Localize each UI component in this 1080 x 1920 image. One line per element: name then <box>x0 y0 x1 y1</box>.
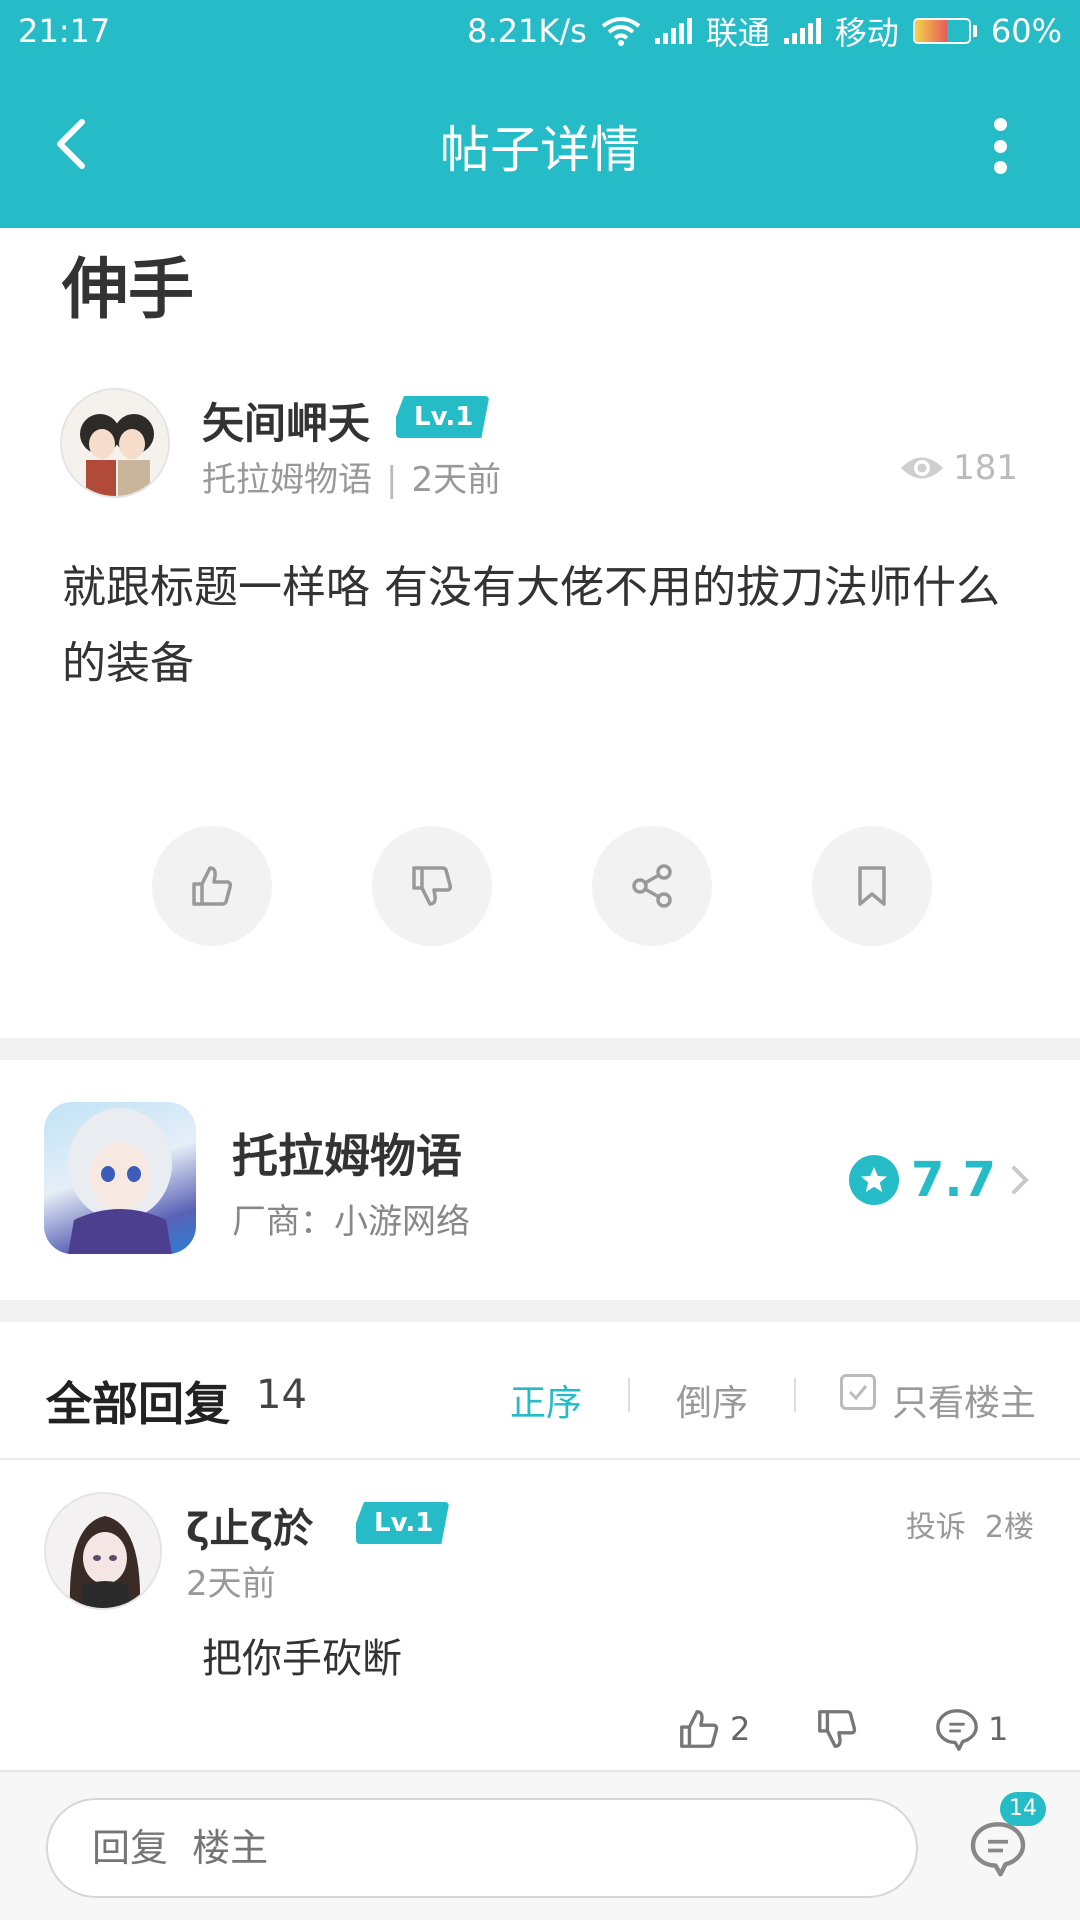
game-score: 7.7 <box>848 1152 1034 1208</box>
avatar-image <box>62 390 168 496</box>
game-icon <box>44 1102 196 1254</box>
reply-avatar[interactable] <box>44 1492 162 1610</box>
status-bar: 21:17 8.21K/s 联通 移动 60% <box>0 0 1080 62</box>
network-speed: 8.21K/s <box>467 12 587 50</box>
star-icon <box>848 1155 899 1205</box>
reply-time: 2天前 <box>186 1564 276 1604</box>
game-name: 托拉姆物语 <box>232 1129 462 1183</box>
page-title: 帖子详情 <box>440 121 640 179</box>
floor-number: 2楼 <box>984 1510 1034 1545</box>
only-op-label[interactable]: 只看楼主 <box>892 1374 1036 1426</box>
report-link[interactable]: 投诉 <box>906 1510 966 1545</box>
wifi-icon <box>601 17 641 46</box>
comments-icon[interactable] <box>968 1818 1028 1878</box>
thumbs-up-icon <box>192 866 232 906</box>
author-avatar[interactable] <box>60 388 170 498</box>
chevron-right-icon <box>1012 1166 1029 1194</box>
signal-icon <box>783 18 821 44</box>
reply-comment-button[interactable]: 1 <box>934 1706 1008 1752</box>
more-menu-icon[interactable] <box>990 118 1010 174</box>
like-button[interactable] <box>152 826 272 946</box>
status-time: 21:17 <box>18 12 111 50</box>
post-actions <box>0 826 1080 946</box>
replies-count: 14 <box>256 1372 307 1418</box>
thumbs-down-icon <box>818 1710 857 1748</box>
author-name[interactable]: 矢间岬夭 <box>202 390 370 451</box>
avatar-image <box>46 1494 160 1608</box>
signal-icon <box>654 18 692 44</box>
carrier-2: 移动 <box>834 14 899 52</box>
only-op-checkbox[interactable] <box>840 1374 876 1410</box>
author-meta: 托拉姆物语 | 2天前 <box>202 452 501 501</box>
view-count-value: 181 <box>953 448 1018 488</box>
section-divider <box>0 1300 1080 1322</box>
app-bar: 帖子详情 <box>0 62 1080 228</box>
reply-actions: 2 1 <box>0 1706 1080 1766</box>
level-badge: Lv.1 <box>356 1502 449 1544</box>
reply-author-name[interactable]: ζ止ζ於 <box>186 1496 313 1554</box>
forum-name[interactable]: 托拉姆物语 <box>202 460 372 500</box>
meta-separator: | <box>386 460 398 500</box>
battery-percent: 60% <box>990 12 1062 50</box>
sort-descending[interactable]: 倒序 <box>676 1374 748 1426</box>
post-title: 伸手 <box>62 251 194 328</box>
bookmark-icon <box>858 866 886 906</box>
reply-like-button[interactable]: 2 <box>676 1706 750 1752</box>
reply-dislike-button[interactable] <box>814 1706 860 1752</box>
share-button[interactable] <box>592 826 712 946</box>
replies-heading: 全部回复 <box>46 1377 230 1431</box>
share-icon <box>632 864 672 908</box>
comment-icon <box>936 1709 978 1751</box>
thumbs-down-icon <box>412 866 452 906</box>
divider <box>628 1378 630 1412</box>
level-badge: Lv.1 <box>396 396 489 438</box>
comment-count: 1 <box>988 1710 1009 1748</box>
post-time: 2天前 <box>411 460 502 500</box>
thumbs-up-icon <box>680 1710 719 1748</box>
reply-meta-right: 投诉 2楼 <box>906 1502 1034 1546</box>
carrier-1: 联通 <box>705 14 770 52</box>
bottom-reply-bar: 14 <box>0 1770 1080 1920</box>
comment-count-badge: 14 <box>1000 1792 1046 1826</box>
bookmark-button[interactable] <box>812 826 932 946</box>
view-count: 181 <box>899 448 1018 488</box>
post-body: 就跟标题一样咯 有没有大佬不用的拔刀法师什么的装备 <box>62 562 1000 689</box>
check-icon <box>848 1385 868 1401</box>
battery-icon <box>912 18 977 44</box>
section-divider <box>0 1038 1080 1060</box>
sort-ascending[interactable]: 正序 <box>510 1374 582 1426</box>
replies-header: 全部回复 14 正序 倒序 只看楼主 <box>0 1322 1080 1460</box>
like-count: 2 <box>730 1710 751 1748</box>
reply-input[interactable] <box>46 1798 918 1898</box>
eye-icon <box>901 457 944 479</box>
divider <box>794 1378 796 1412</box>
score-value: 7.7 <box>910 1152 996 1208</box>
reply-text: 把你手砍断 <box>202 1636 402 1682</box>
dislike-button[interactable] <box>372 826 492 946</box>
reply-item: ζ止ζ於 Lv.1 投诉 2楼 2天前 把你手砍断 2 1 <box>0 1462 1080 1770</box>
game-vendor: 厂商：小游网络 <box>232 1202 470 1242</box>
game-card[interactable]: 托拉姆物语 厂商：小游网络 7.7 <box>0 1060 1080 1300</box>
